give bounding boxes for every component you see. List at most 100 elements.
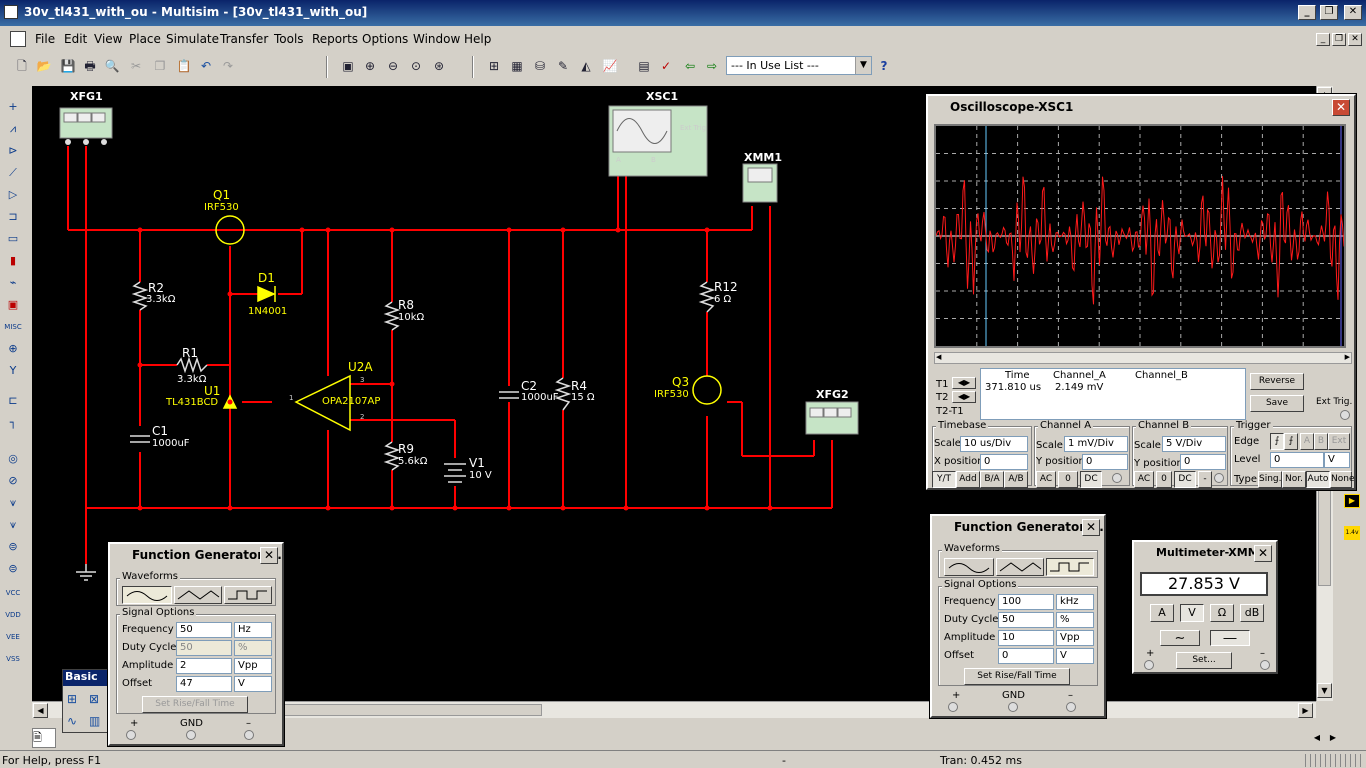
menu-options[interactable]: Options [362,32,408,46]
channel-a-terminal[interactable] [1112,473,1122,483]
yt-button[interactable]: Y/T [932,471,956,488]
zoom-fit-icon[interactable]: ⊛ [429,56,449,76]
add-button[interactable]: Add [956,471,980,488]
menu-reports[interactable]: Reports [312,32,358,46]
menu-file[interactable]: File [35,32,55,46]
grapher-icon[interactable]: ◭ [576,56,596,76]
multimeter-volts-button[interactable]: V [1180,604,1204,622]
menu-transfer[interactable]: Transfer [220,32,268,46]
channel-a-ac-button[interactable]: AC [1036,471,1056,488]
t1-arrows-button[interactable]: ◀▶ [952,377,976,389]
scroll-right-icon[interactable]: ▶ [1298,703,1313,718]
paste-icon[interactable]: 📋 [174,56,194,76]
bus-icon[interactable]: ┐ [4,414,22,432]
cmos-icon[interactable]: ▭ [4,230,22,248]
single-button[interactable]: Sing. [1258,471,1282,488]
menu-place[interactable]: Place [129,32,161,46]
multimeter-dc-button[interactable]: ― [1210,630,1250,646]
vcc-icon[interactable]: VCC [4,584,22,602]
oscilloscope-window[interactable]: Oscilloscope-XSC1 ✕ ◀ ▶ T1 T2 T2-T1 ◀▶ ◀… [926,94,1356,490]
channel-b-scale-field[interactable]: 5 V/Div [1162,436,1226,452]
fg2-offset-field[interactable]: 0 [998,648,1054,664]
fg2-sine-button[interactable] [944,558,994,576]
fg1-plus-terminal[interactable] [126,730,136,740]
redo-icon[interactable]: ↷ [218,56,238,76]
basic-component-2-icon[interactable]: ⊠ [89,692,99,706]
fg2-frequency-field[interactable]: 100 [998,594,1054,610]
analyses-icon[interactable]: 📈 [600,56,620,76]
copy-icon[interactable]: ❐ [150,56,170,76]
fg2-amplitude-unit[interactable]: Vpp [1056,630,1094,646]
analog-icon[interactable]: ▷ [4,186,22,204]
oscilloscope-hscroll[interactable]: ◀ ▶ [934,352,1352,364]
channel-b-ypos-field[interactable]: 0 [1180,454,1226,470]
x-position-field[interactable]: 0 [980,454,1028,470]
osc-scroll-left-icon[interactable]: ◀ [936,353,941,361]
child-restore-button[interactable]: ❐ [1332,33,1346,46]
t2-arrows-button[interactable]: ◀▶ [952,391,976,403]
database-icon[interactable]: ⛁ [530,56,550,76]
level-field[interactable]: 0 [1270,452,1324,468]
fg1-square-button[interactable] [224,586,272,604]
print-preview-icon[interactable]: 🔍 [102,56,122,76]
child-minimize-button[interactable]: _ [1316,33,1330,46]
basic-component-4-icon[interactable]: ▥ [89,714,100,728]
rf-icon[interactable]: ⊕ [4,340,22,358]
full-screen-icon[interactable]: ▣ [338,56,358,76]
fg1-amplitude-field[interactable]: 2 [176,658,232,674]
channel-b-minus-button[interactable]: - [1198,471,1212,488]
timebase-scale-field[interactable]: 10 us/Div [960,436,1028,452]
fg1-triangle-button[interactable] [174,586,222,604]
oscilloscope-screen[interactable] [934,124,1346,348]
vee-icon[interactable]: VEE [4,628,22,646]
vss-icon[interactable]: VSS [4,650,22,668]
minimize-button[interactable]: _ [1298,5,1316,20]
resize-grip-icon[interactable] [1305,754,1363,767]
fg1-offset-field[interactable]: 47 [176,676,232,692]
menu-view[interactable]: View [94,32,122,46]
scroll-down-icon[interactable]: ▼ [1317,683,1332,698]
fg1-duty-cycle-field[interactable]: 50 [176,640,232,656]
undo-icon[interactable]: ↶ [196,56,216,76]
maximize-button[interactable]: ❐ [1320,5,1338,20]
channel-b-zero-button[interactable]: 0 [1156,471,1172,488]
multimeter-close-button[interactable]: ✕ [1254,545,1272,562]
menu-window[interactable]: Window [413,32,460,46]
fg2-duty-cycle-unit[interactable]: % [1056,612,1094,628]
misc-icon[interactable]: MISC [4,318,22,336]
function-generator-1-window[interactable]: Function Generator-... ✕ Waveforms Signa… [108,542,284,746]
ext-trig-terminal[interactable] [1340,410,1350,420]
fg2-amplitude-field[interactable]: 10 [998,630,1054,646]
fg1-minus-terminal[interactable] [244,730,254,740]
instrument-6-icon[interactable]: ⊜ [4,560,22,578]
fg1-sine-button[interactable] [122,586,172,604]
zoom-out-icon[interactable]: ⊖ [383,56,403,76]
none-button[interactable]: None [1330,471,1354,488]
channel-b-terminal[interactable] [1214,473,1224,483]
auto-button[interactable]: Auto [1306,471,1330,488]
fg2-set-rise-fall-button[interactable]: Set Rise/Fall Time [964,668,1070,685]
multimeter-minus-terminal[interactable] [1260,660,1270,670]
indicator-icon[interactable]: ▣ [4,296,22,314]
multimeter-db-button[interactable]: dB [1240,604,1264,622]
fg2-gnd-terminal[interactable] [1008,702,1018,712]
fg2-duty-cycle-field[interactable]: 50 [998,612,1054,628]
transistor-icon[interactable]: ⟋ [4,164,22,182]
rising-edge-button[interactable]: ⨍ [1270,433,1284,450]
level-unit-field[interactable]: V [1324,452,1350,468]
channel-b-dc-button[interactable]: DC [1174,471,1196,488]
fg2-offset-unit[interactable]: V [1056,648,1094,664]
postprocessor-icon[interactable]: ▤ [634,56,654,76]
hierarchy-icon[interactable]: ⊞ [484,56,504,76]
app-icon[interactable] [4,5,18,19]
cut-icon[interactable]: ✂ [126,56,146,76]
forward-annotate-icon[interactable]: ⇨ [702,56,722,76]
menu-edit[interactable]: Edit [64,32,87,46]
tab-scroll-right-icon[interactable]: ▶ [1326,733,1340,747]
save-icon[interactable]: 💾 [58,56,78,76]
erc-icon[interactable]: ✓ [656,56,676,76]
fg1-gnd-terminal[interactable] [186,730,196,740]
channel-b-ac-button[interactable]: AC [1134,471,1154,488]
component-wizard-icon[interactable]: ✎ [553,56,573,76]
fg1-close-button[interactable]: ✕ [260,547,278,564]
